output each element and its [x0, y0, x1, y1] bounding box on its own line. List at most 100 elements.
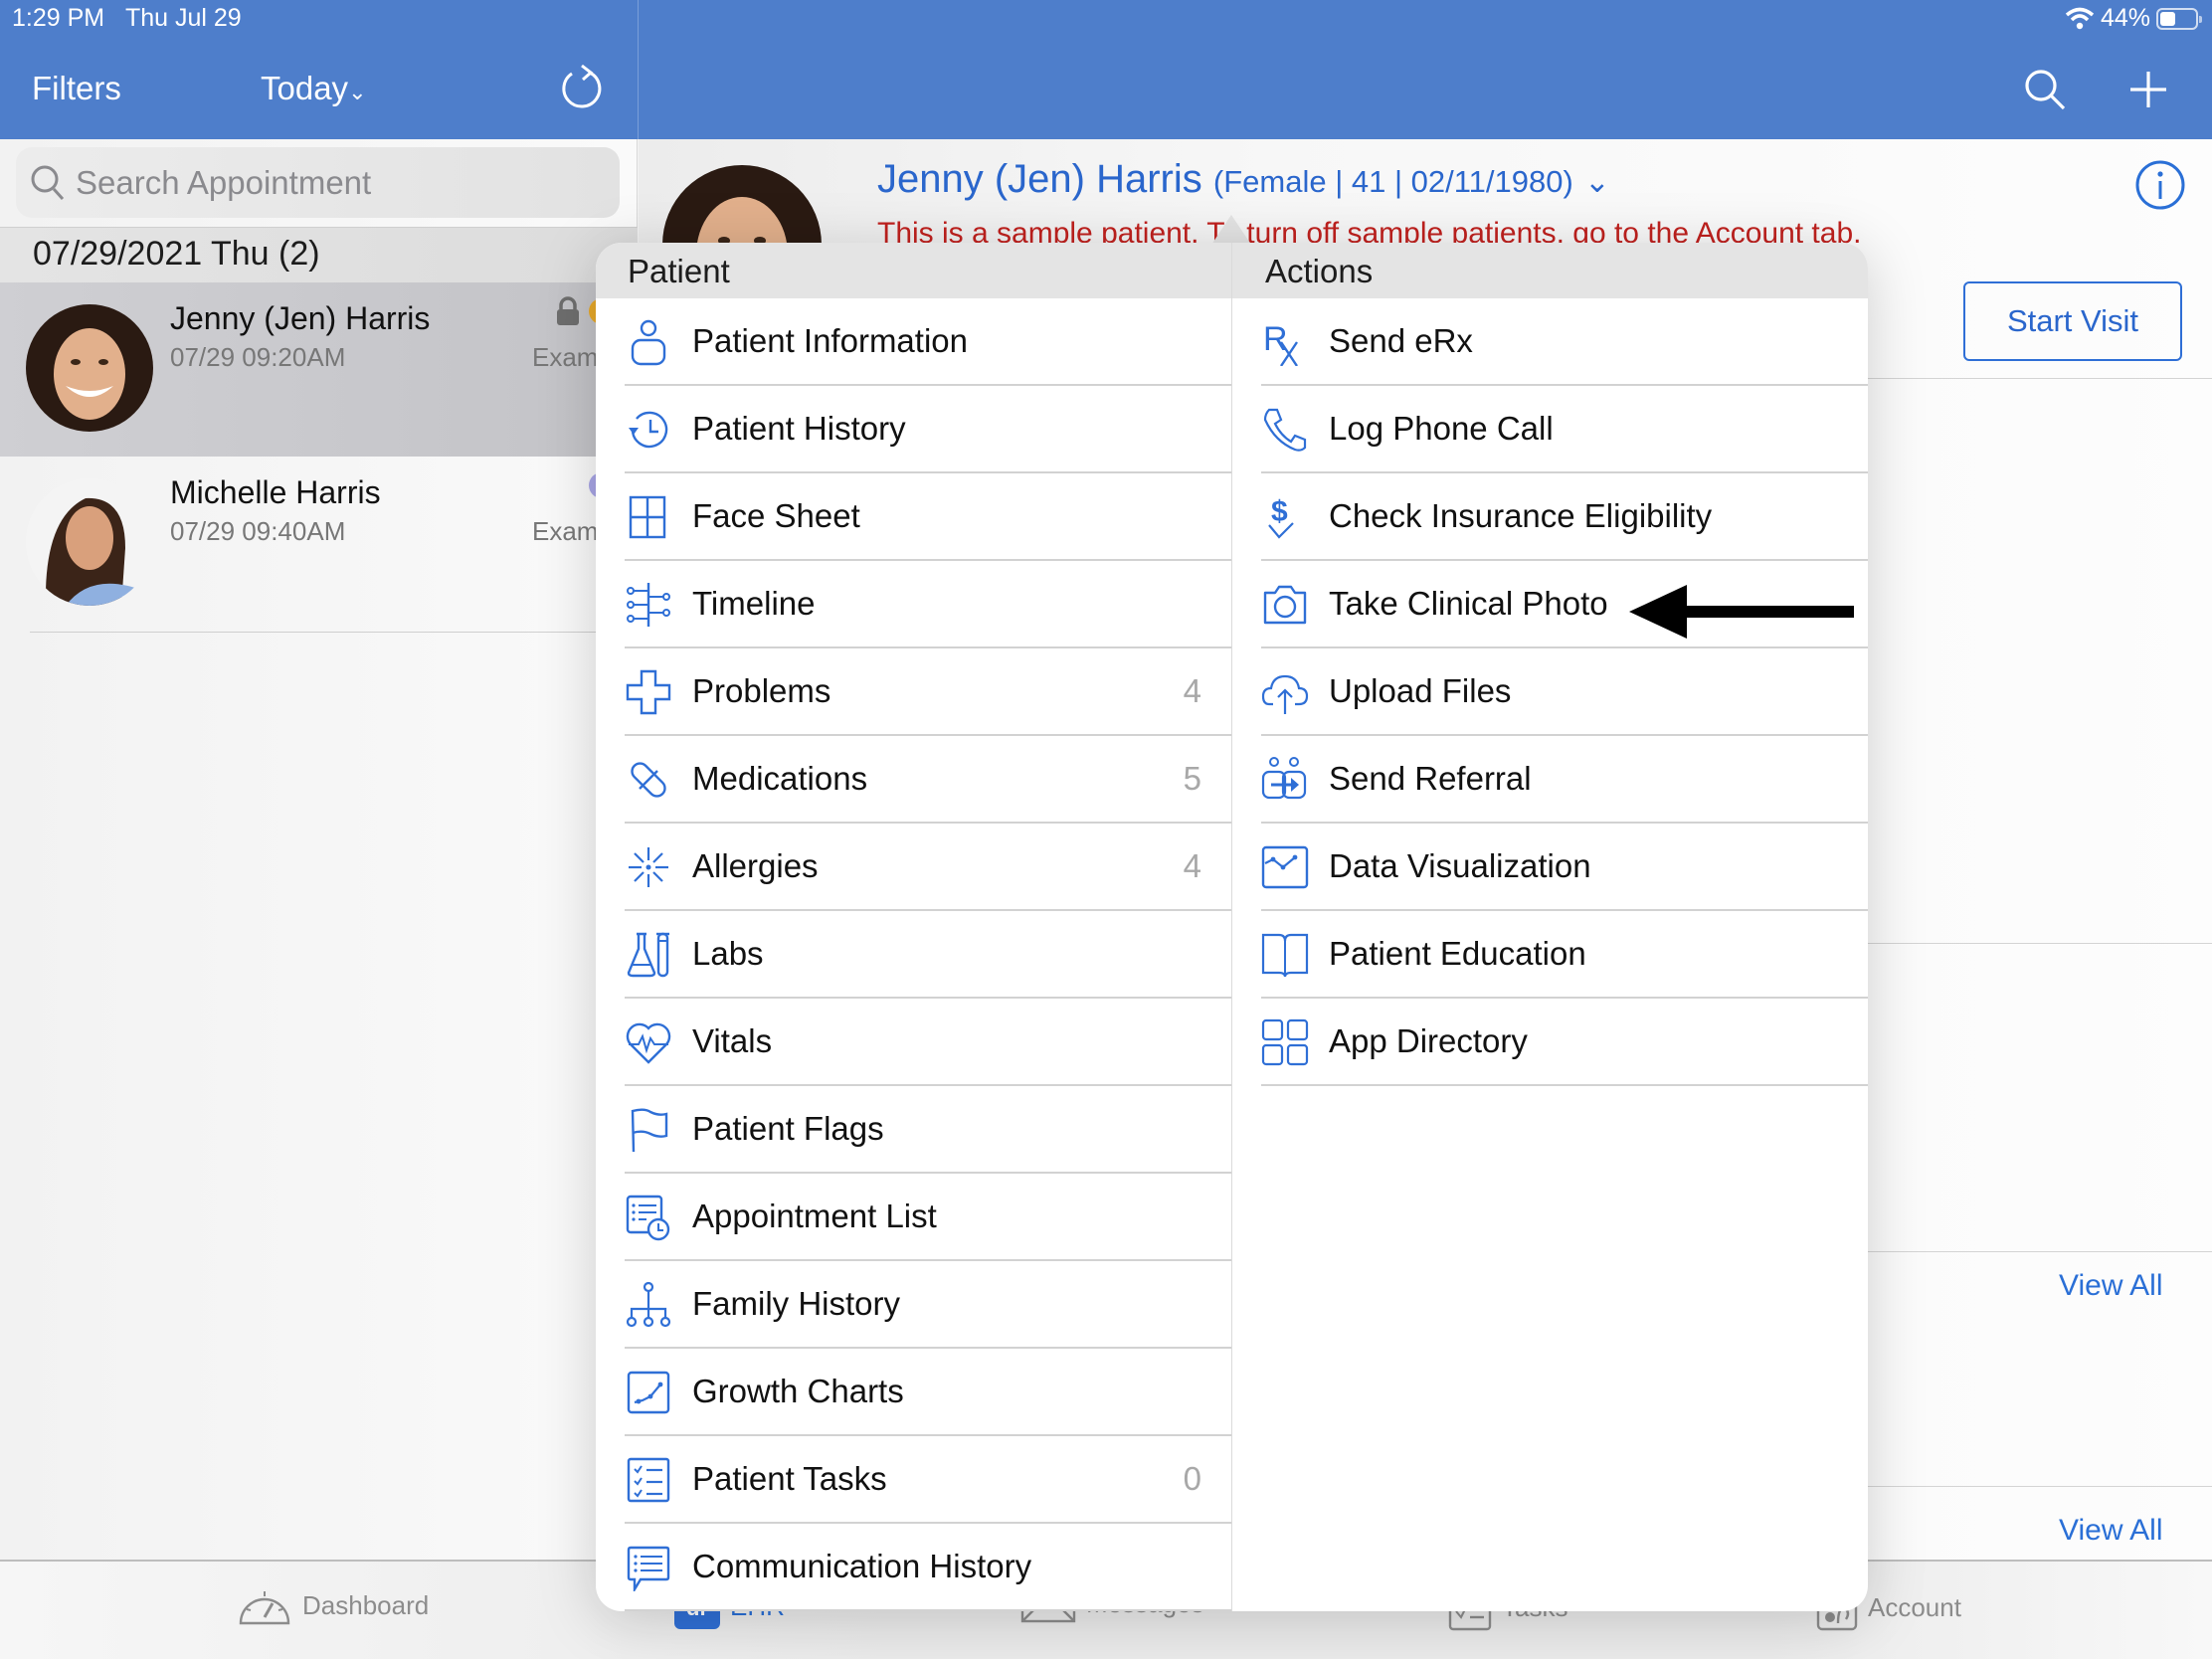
- menu-item-communication-history[interactable]: Communication History: [596, 1524, 1231, 1611]
- menu-item-label: Patient Information: [692, 322, 968, 359]
- phone-icon: [1263, 408, 1307, 452]
- battery-fill: [2160, 11, 2175, 26]
- menu-item-patient-education[interactable]: Patient Education: [1232, 911, 1868, 999]
- start-visit-button[interactable]: Start Visit: [1963, 281, 2182, 361]
- tab-dashboard[interactable]: Dashboard: [237, 1583, 429, 1627]
- actions-column-header: Actions: [1265, 253, 1374, 289]
- family-tree-icon: [626, 1281, 671, 1328]
- menu-item-label: Check Insurance Eligibility: [1329, 497, 1713, 534]
- plus-icon[interactable]: [2128, 70, 2168, 109]
- appointment-list-panel: 07/29/2021 Thu (2) Jenny (Jen) Harris 07…: [0, 139, 638, 1560]
- appointment-patient-name: Jenny (Jen) Harris: [170, 300, 431, 336]
- menu-item-face-sheet[interactable]: Face Sheet: [596, 473, 1231, 561]
- filters-button[interactable]: Filters: [32, 70, 121, 107]
- search-icon[interactable]: [2023, 68, 2067, 111]
- battery-icon: [2156, 7, 2202, 30]
- menu-item-count: 0: [1183, 1460, 1201, 1497]
- date-filter-dropdown[interactable]: Today⌄: [261, 70, 367, 107]
- patient-actions-popover: Patient Actions Patient Information Patie…: [596, 243, 1868, 1611]
- avatar: [26, 478, 153, 606]
- menu-item-patient-flags[interactable]: Patient Flags: [596, 1086, 1231, 1174]
- appointment-row[interactable]: Jenny (Jen) Harris 07/29 09:20AM Exam: [0, 282, 638, 457]
- svg-text:R: R: [1263, 320, 1288, 358]
- section-divider: [1868, 378, 2212, 379]
- app-grid-icon: [1261, 1018, 1309, 1066]
- menu-item-label: Patient Education: [1329, 935, 1586, 972]
- pill-icon: [631, 762, 666, 798]
- appointment-time: 07/29 09:40AM: [170, 516, 346, 546]
- menu-item-medications[interactable]: Medications 5: [596, 736, 1231, 824]
- menu-item-label: Face Sheet: [692, 497, 860, 534]
- view-all-link[interactable]: View All: [2059, 1269, 2163, 1303]
- heart-pulse-icon: [626, 1022, 671, 1064]
- section-divider: [1868, 1486, 2212, 1487]
- patient-column-header: Patient: [628, 253, 730, 289]
- menu-item-upload-files[interactable]: Upload Files: [1232, 648, 1868, 736]
- popover-arrow: [1211, 215, 1251, 245]
- app-root: 1:29 PM Thu Jul 29 44% Filters Today⌄ 07…: [0, 0, 2212, 1659]
- menu-item-label: Send eRx: [1329, 322, 1473, 359]
- patient-name: Jenny (Jen) Harris: [877, 157, 1202, 201]
- top-navigation-bar: 1:29 PM Thu Jul 29 44% Filters Today⌄: [0, 0, 2212, 139]
- annotation-arrow-icon: [1629, 585, 1854, 639]
- growth-chart-icon: [627, 1371, 670, 1414]
- info-icon[interactable]: [2134, 159, 2186, 211]
- chat-list-icon: [627, 1546, 670, 1591]
- menu-item-timeline[interactable]: Timeline: [596, 561, 1231, 648]
- menu-item-send-erx[interactable]: R Send eRx: [1232, 298, 1868, 386]
- history-icon: [629, 411, 668, 449]
- appointment-type: Exam: [532, 516, 599, 546]
- search-appointment-input[interactable]: [76, 163, 593, 202]
- section-divider: [1868, 943, 2212, 944]
- lab-flask-icon: [627, 932, 669, 978]
- menu-item-patient-information[interactable]: Patient Information: [596, 298, 1231, 386]
- menu-item-data-visualization[interactable]: Data Visualization: [1232, 824, 1868, 911]
- menu-item-vitals[interactable]: Vitals: [596, 999, 1231, 1086]
- tab-label: Account: [1868, 1591, 1961, 1622]
- menu-item-appointment-list[interactable]: Appointment List: [596, 1174, 1231, 1261]
- menu-item-check-insurance-eligibility[interactable]: $ Check Insurance Eligibility: [1232, 473, 1868, 561]
- menu-item-label: Patient History: [692, 410, 906, 447]
- wifi-icon: [2065, 7, 2095, 29]
- clock-time: 1:29 PM: [12, 4, 105, 32]
- patient-name-header[interactable]: Jenny (Jen) Harris (Female | 41 | 02/11/…: [877, 157, 1610, 202]
- menu-item-label: Problems: [692, 672, 831, 709]
- status-bar-right: 44%: [2065, 4, 2202, 33]
- menu-item-label: Log Phone Call: [1329, 410, 1554, 447]
- avatar: [26, 304, 153, 432]
- menu-item-growth-charts[interactable]: Growth Charts: [596, 1349, 1231, 1436]
- svg-text:$: $: [1271, 495, 1288, 528]
- line-chart-icon: [1261, 845, 1309, 889]
- menu-item-patient-history[interactable]: Patient History: [596, 386, 1231, 473]
- medical-cross-icon: [626, 669, 671, 715]
- menu-item-label: Send Referral: [1329, 760, 1532, 797]
- search-bar[interactable]: [16, 147, 620, 218]
- menu-item-label: Vitals: [692, 1022, 773, 1059]
- grid-icon: [629, 495, 666, 539]
- menu-item-patient-tasks[interactable]: Patient Tasks 0: [596, 1436, 1231, 1524]
- menu-item-family-history[interactable]: Family History: [596, 1261, 1231, 1349]
- person-icon: [631, 319, 666, 366]
- menu-item-label: Take Clinical Photo: [1329, 585, 1608, 622]
- flag-icon: [631, 1108, 668, 1153]
- menu-item-label: Upload Files: [1329, 672, 1512, 709]
- menu-item-label: Appointment List: [692, 1198, 937, 1234]
- menu-item-problems[interactable]: Problems 4: [596, 648, 1231, 736]
- header-divider: [638, 0, 639, 139]
- menu-item-send-referral[interactable]: Send Referral: [1232, 736, 1868, 824]
- clock-date: Thu Jul 29: [124, 4, 242, 32]
- chevron-down-icon: ⌄: [1583, 164, 1610, 199]
- menu-item-log-phone-call[interactable]: Log Phone Call: [1232, 386, 1868, 473]
- refresh-icon[interactable]: [560, 64, 604, 109]
- lock-icon: [557, 296, 579, 325]
- appointment-row[interactable]: Michelle Harris 07/29 09:40AM Exam: [0, 457, 638, 631]
- menu-item-allergies[interactable]: Allergies 4: [596, 824, 1231, 911]
- appointment-type: Exam: [532, 342, 599, 372]
- menu-item-app-directory[interactable]: App Directory: [1232, 999, 1868, 1086]
- menu-item-label: Family History: [692, 1285, 901, 1322]
- view-all-link[interactable]: View All: [2059, 1514, 2163, 1548]
- timeline-icon: [627, 583, 670, 627]
- rx-icon: R: [1263, 320, 1298, 366]
- menu-item-label: App Directory: [1329, 1022, 1528, 1059]
- menu-item-labs[interactable]: Labs: [596, 911, 1231, 999]
